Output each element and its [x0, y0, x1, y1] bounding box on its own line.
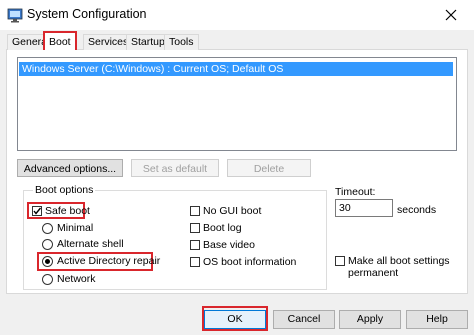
safe-boot-label: Safe boot [45, 205, 90, 217]
boot-log-checkbox[interactable] [190, 223, 200, 233]
timeout-units-label: seconds [397, 204, 437, 216]
active-directory-repair-radio[interactable] [42, 256, 53, 267]
tab-tools[interactable]: Tools [164, 34, 199, 50]
minimal-label: Minimal [57, 222, 94, 234]
advanced-options-button[interactable]: Advanced options... [17, 159, 123, 177]
alternate-shell-radio[interactable] [42, 239, 53, 250]
help-button[interactable]: Help [406, 310, 468, 329]
close-icon[interactable] [428, 0, 474, 30]
safe-boot-checkbox[interactable] [32, 206, 42, 216]
network-label: Network [57, 273, 96, 285]
set-as-default-button[interactable]: Set as default [131, 159, 219, 177]
boot-log-label: Boot log [203, 222, 242, 234]
window-title: System Configuration [27, 7, 147, 21]
boot-options-label: Boot options [33, 184, 96, 196]
radio-selected-dot [45, 259, 50, 264]
make-permanent-checkbox[interactable] [335, 256, 345, 266]
timeout-input[interactable] [335, 199, 393, 217]
no-gui-boot-label: No GUI boot [203, 205, 262, 217]
base-video-label: Base video [203, 239, 255, 251]
apply-button[interactable]: Apply [339, 310, 401, 329]
os-list-item[interactable]: Windows Server (C:\Windows) : Current OS… [19, 62, 453, 76]
os-boot-information-checkbox[interactable] [190, 257, 200, 267]
network-radio[interactable] [42, 274, 53, 285]
os-boot-information-label: OS boot information [203, 256, 297, 268]
checkmark-icon [33, 207, 42, 215]
cancel-button[interactable]: Cancel [273, 310, 335, 329]
make-permanent-label-line2: permanent [348, 267, 399, 279]
os-list[interactable]: Windows Server (C:\Windows) : Current OS… [17, 57, 457, 151]
no-gui-boot-checkbox[interactable] [190, 206, 200, 216]
active-directory-repair-label: Active Directory repair [57, 255, 161, 267]
base-video-checkbox[interactable] [190, 240, 200, 250]
timeout-label: Timeout: [335, 186, 376, 198]
delete-button[interactable]: Delete [227, 159, 311, 177]
ok-button[interactable]: OK [204, 310, 266, 329]
make-permanent-label-line1: Make all boot settings [348, 255, 450, 267]
alternate-shell-label: Alternate shell [57, 238, 124, 250]
system-configuration-icon [7, 7, 23, 23]
minimal-radio[interactable] [42, 223, 53, 234]
